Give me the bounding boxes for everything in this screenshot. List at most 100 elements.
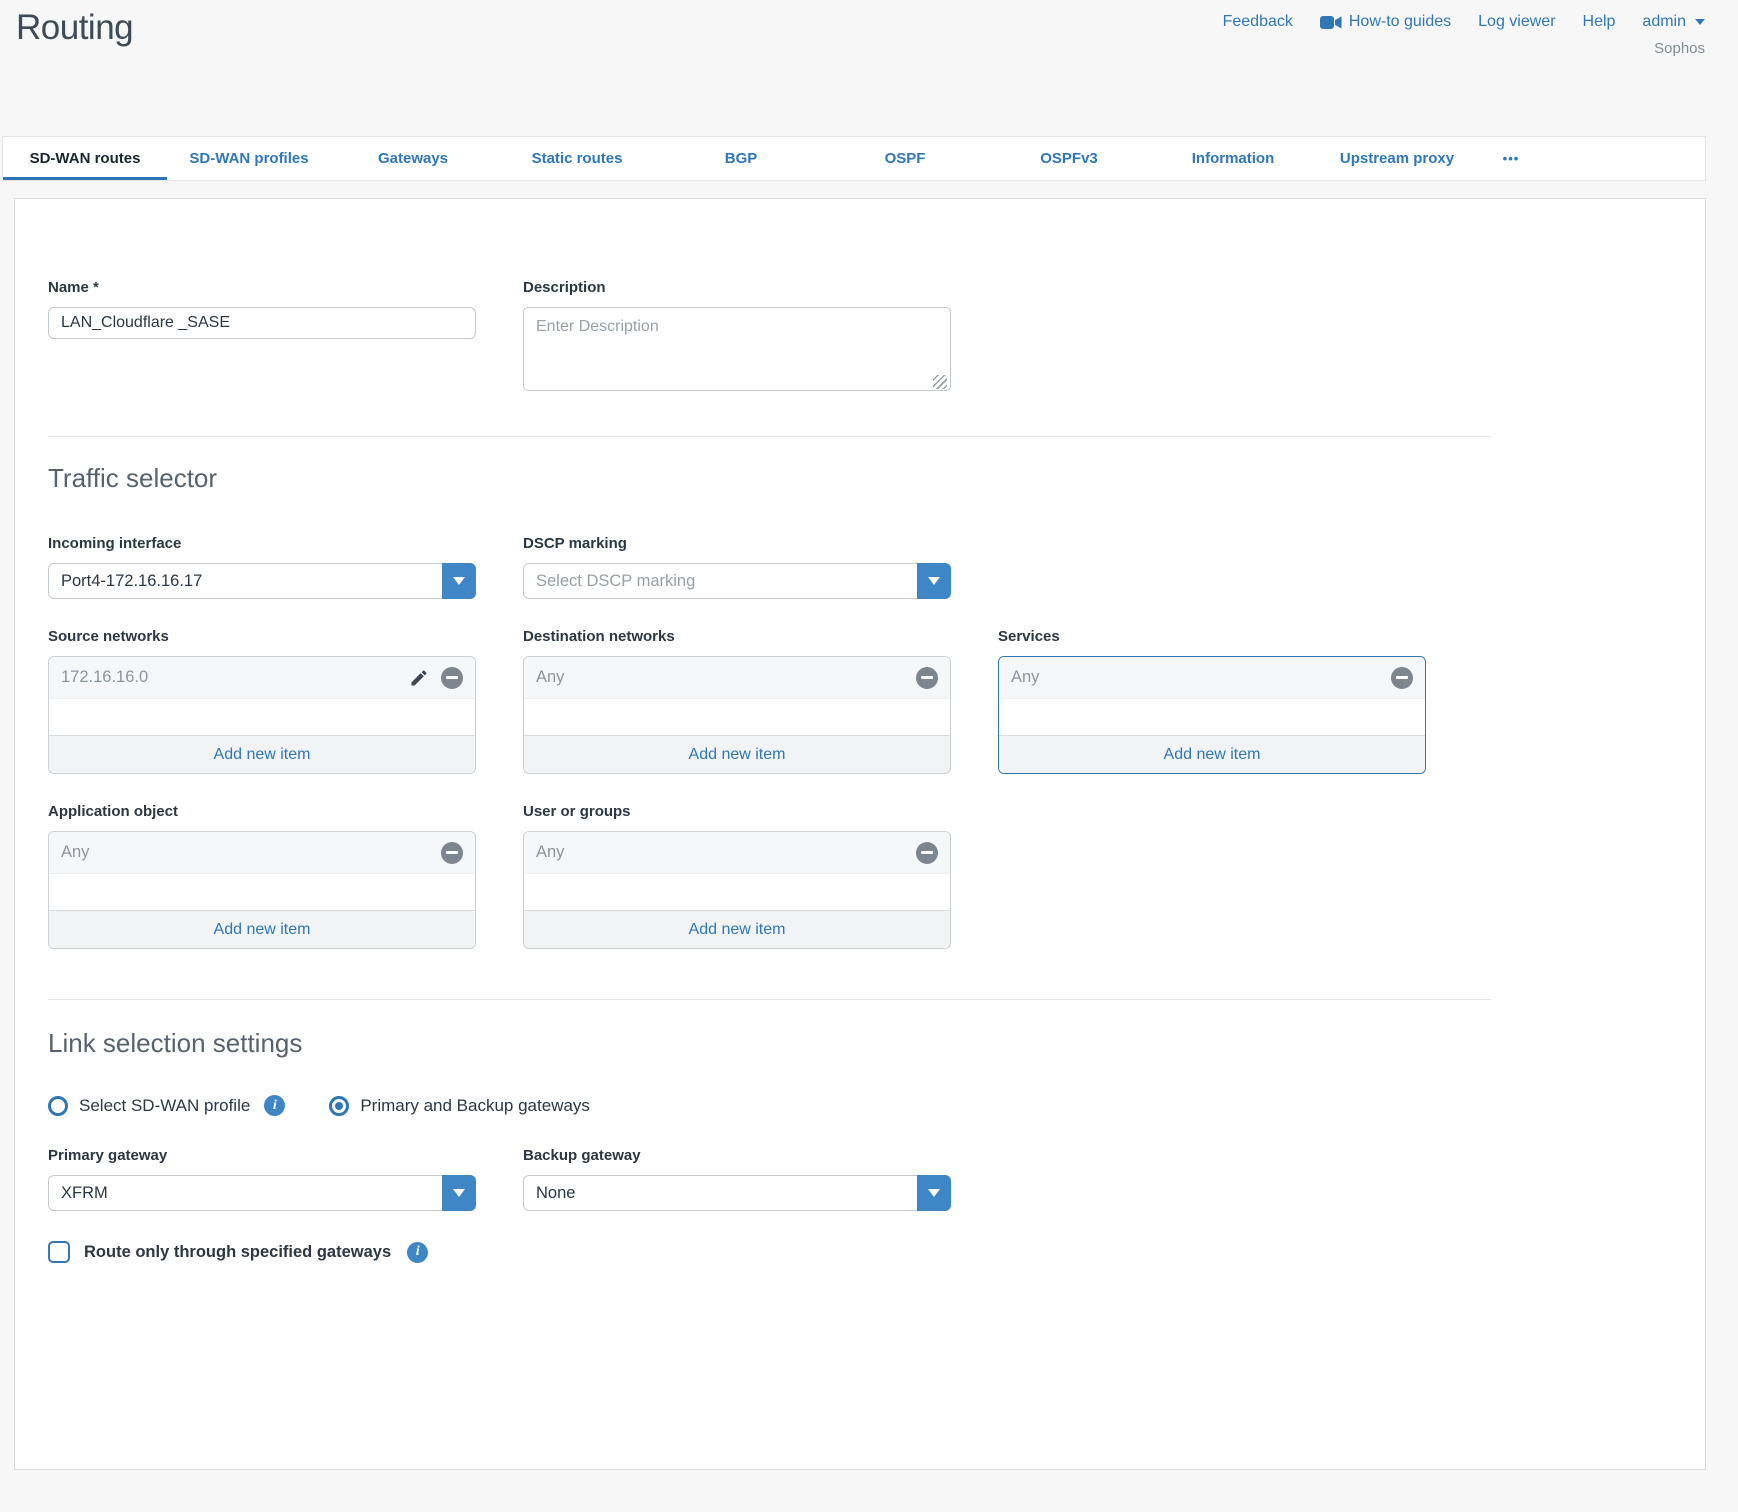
- tab-information[interactable]: Information: [1151, 137, 1315, 180]
- tab-ospfv3[interactable]: OSPFv3: [987, 137, 1151, 180]
- user-or-groups-label: User or groups: [523, 803, 951, 820]
- service-value: Any: [1011, 668, 1379, 687]
- account-label: admin: [1642, 13, 1686, 31]
- radio-primary-backup-gateways-label: Primary and Backup gateways: [360, 1096, 590, 1116]
- tab-gateways[interactable]: Gateways: [331, 137, 495, 180]
- page-title: Routing: [16, 8, 133, 48]
- backup-gateway-value: None: [524, 1184, 917, 1203]
- remove-item-icon[interactable]: [441, 842, 463, 864]
- backup-gateway-label: Backup gateway: [523, 1147, 951, 1164]
- incoming-interface-label: Incoming interface: [48, 535, 476, 552]
- tab-sd-wan-routes[interactable]: SD-WAN routes: [3, 137, 167, 180]
- user-or-groups-box: Any Add new item: [523, 831, 951, 949]
- incoming-interface-caret-button[interactable]: [442, 563, 476, 599]
- token-spacer: [999, 699, 1425, 735]
- destination-networks-box: Any Add new item: [523, 656, 951, 774]
- resize-handle[interactable]: [933, 375, 947, 389]
- name-label-text: Name: [48, 279, 89, 296]
- primary-gateway-select[interactable]: XFRM: [48, 1175, 476, 1211]
- tab-ospf[interactable]: OSPF: [823, 137, 987, 180]
- required-asterisk: *: [93, 279, 99, 296]
- backup-gateway-caret-button[interactable]: [917, 1175, 951, 1211]
- log-viewer-link[interactable]: Log viewer: [1478, 13, 1555, 31]
- remove-item-icon[interactable]: [1391, 667, 1413, 689]
- services-add-button[interactable]: Add new item: [999, 735, 1425, 773]
- route-only-checkbox-label: Route only through specified gateways: [84, 1243, 391, 1262]
- primary-gateway-caret-button[interactable]: [442, 1175, 476, 1211]
- radio-select-sd-wan-profile[interactable]: [48, 1096, 68, 1116]
- dscp-marking-label: DSCP marking: [523, 535, 951, 552]
- edit-pencil-icon[interactable]: [409, 668, 429, 688]
- name-label: Name *: [48, 279, 476, 296]
- destination-networks-label: Destination networks: [523, 628, 951, 645]
- tab-sd-wan-profiles[interactable]: SD-WAN profiles: [167, 137, 331, 180]
- remove-item-icon[interactable]: [441, 667, 463, 689]
- help-label: Help: [1583, 13, 1616, 31]
- info-icon[interactable]: [264, 1095, 285, 1116]
- routing-page: Routing Feedback How-to guides Log viewe…: [0, 0, 1738, 1512]
- route-only-checkbox[interactable]: [48, 1241, 70, 1263]
- help-link[interactable]: Help: [1583, 13, 1616, 31]
- remove-item-icon[interactable]: [916, 842, 938, 864]
- destination-network-value: Any: [536, 668, 904, 687]
- token-spacer: [49, 874, 475, 910]
- source-networks-box: 172.16.16.0 Add new item: [48, 656, 476, 774]
- chevron-down-icon: [1695, 19, 1705, 25]
- howto-guides-link[interactable]: How-to guides: [1320, 13, 1451, 31]
- token-spacer: [524, 699, 950, 735]
- page-header: Routing Feedback How-to guides Log viewe…: [0, 0, 1738, 136]
- tab-more-ellipsis[interactable]: •••: [1479, 137, 1543, 180]
- primary-gateway-label: Primary gateway: [48, 1147, 476, 1164]
- description-label: Description: [523, 279, 951, 296]
- divider: [48, 999, 1491, 1000]
- token-spacer: [49, 699, 475, 735]
- dscp-marking-placeholder: Select DSCP marking: [524, 572, 917, 591]
- application-object-box: Any Add new item: [48, 831, 476, 949]
- list-item: Any: [524, 657, 950, 699]
- radio-select-sd-wan-profile-label: Select SD-WAN profile: [79, 1096, 250, 1116]
- remove-item-icon[interactable]: [916, 667, 938, 689]
- user-or-groups-add-button[interactable]: Add new item: [524, 910, 950, 948]
- dscp-marking-caret-button[interactable]: [917, 563, 951, 599]
- incoming-interface-value: Port4-172.16.16.17: [49, 572, 442, 591]
- application-object-value: Any: [61, 843, 429, 862]
- tab-static-routes[interactable]: Static routes: [495, 137, 659, 180]
- radio-primary-backup-gateways[interactable]: [329, 1096, 349, 1116]
- link-selection-heading: Link selection settings: [48, 1028, 1491, 1059]
- backup-gateway-select[interactable]: None: [523, 1175, 951, 1211]
- tab-upstream-proxy[interactable]: Upstream proxy: [1315, 137, 1479, 180]
- video-camera-icon: [1320, 15, 1342, 30]
- divider: [48, 436, 1491, 437]
- tab-bgp[interactable]: BGP: [659, 137, 823, 180]
- howto-guides-label: How-to guides: [1349, 13, 1451, 31]
- caret-down-icon: [453, 1189, 465, 1197]
- application-object-add-button[interactable]: Add new item: [49, 910, 475, 948]
- incoming-interface-select[interactable]: Port4-172.16.16.17: [48, 563, 476, 599]
- dscp-marking-select[interactable]: Select DSCP marking: [523, 563, 951, 599]
- name-input[interactable]: [48, 307, 476, 339]
- caret-down-icon: [453, 577, 465, 585]
- info-icon[interactable]: [407, 1242, 428, 1263]
- source-networks-label: Source networks: [48, 628, 476, 645]
- primary-gateway-value: XFRM: [49, 1184, 442, 1203]
- description-textarea[interactable]: [523, 307, 951, 391]
- feedback-link[interactable]: Feedback: [1223, 13, 1293, 31]
- source-networks-add-button[interactable]: Add new item: [49, 735, 475, 773]
- token-spacer: [524, 874, 950, 910]
- brand-label: Sophos: [1654, 40, 1705, 57]
- account-menu[interactable]: admin: [1642, 13, 1705, 31]
- log-viewer-label: Log viewer: [1478, 13, 1555, 31]
- caret-down-icon: [928, 1189, 940, 1197]
- application-object-label: Application object: [48, 803, 476, 820]
- user-or-groups-value: Any: [536, 843, 904, 862]
- list-item: Any: [49, 832, 475, 874]
- list-item: Any: [524, 832, 950, 874]
- caret-down-icon: [928, 577, 940, 585]
- top-nav: Feedback How-to guides Log viewer Help a…: [1223, 13, 1705, 31]
- sd-wan-route-form: Name * Description Traffic selector Inco…: [14, 198, 1706, 1470]
- source-network-value: 172.16.16.0: [61, 668, 397, 687]
- list-item: 172.16.16.0: [49, 657, 475, 699]
- destination-networks-add-button[interactable]: Add new item: [524, 735, 950, 773]
- services-box: Any Add new item: [998, 656, 1426, 774]
- services-label: Services: [998, 628, 1426, 645]
